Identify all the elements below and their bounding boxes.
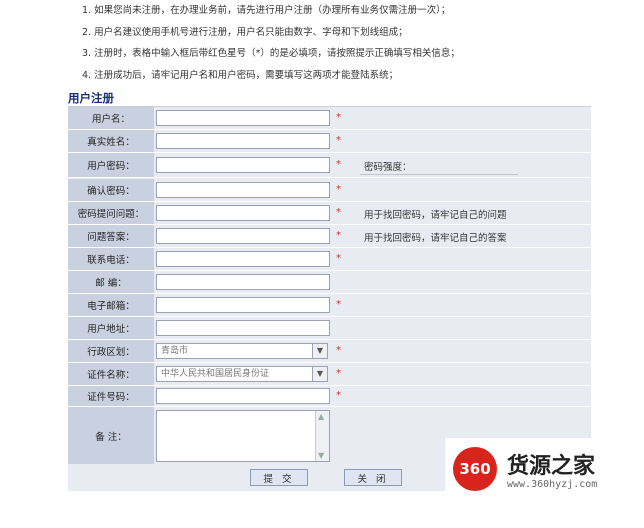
row-username: 用户名： * (68, 107, 591, 130)
label-address: 用户地址： (68, 317, 154, 339)
row-email: 电子邮箱： * (68, 294, 591, 317)
required-mark: * (336, 207, 341, 218)
required-mark: * (336, 368, 341, 379)
required-mark: * (336, 112, 341, 123)
logo-badge: 360 (453, 447, 497, 491)
row-answer: 问题答案： * 用于找回密码，请牢记自己的答案 (68, 225, 591, 248)
password-input[interactable] (156, 157, 330, 173)
label-answer: 问题答案： (68, 225, 154, 247)
registration-form: 用户名： * 真实姓名： * 用户密码： * 密码强度： 确认密码： * 密码提… (68, 106, 591, 491)
required-mark: * (336, 230, 341, 241)
scroll-up-icon[interactable]: ▲ (318, 412, 324, 421)
row-realname: 真实姓名： * (68, 130, 591, 153)
security-answer-input[interactable] (156, 228, 330, 244)
section-title: 用户注册 (68, 91, 114, 105)
required-mark: * (336, 299, 341, 310)
instruction-4: 4. 注册成功后，请牢记用户名和用户密码，需要填写这两项才能登陆系统； (82, 70, 399, 81)
address-input[interactable] (156, 320, 330, 336)
submit-button[interactable]: 提 交 (250, 469, 308, 486)
email-input[interactable] (156, 297, 330, 313)
row-idtype: 证件名称： 中华人民共和国居民身份证 ▼ * (68, 363, 591, 386)
label-idtype: 证件名称： (68, 363, 154, 385)
row-confirm: 确认密码： * (68, 179, 591, 202)
phone-input[interactable] (156, 251, 330, 267)
postcode-input[interactable] (156, 274, 330, 290)
answer-hint: 用于找回密码，请牢记自己的答案 (364, 233, 507, 244)
row-address: 用户地址： (68, 317, 591, 340)
close-button[interactable]: 关 闭 (344, 469, 402, 486)
label-phone: 联系电话： (68, 248, 154, 270)
idnumber-input[interactable] (156, 388, 330, 404)
password-strength-label: 密码强度： (364, 162, 412, 173)
label-remark: 备 注： (68, 407, 154, 464)
row-postcode: 邮 编： (68, 271, 591, 294)
label-idnumber: 证件号码： (68, 386, 154, 406)
label-password: 用户密码： (68, 153, 154, 177)
scroll-down-icon[interactable]: ▼ (318, 451, 324, 460)
label-question: 密码提问问题： (68, 202, 154, 224)
question-hint: 用于找回密码，请牢记自己的问题 (364, 210, 507, 221)
label-postcode: 邮 编： (68, 271, 154, 293)
chevron-down-icon[interactable]: ▼ (312, 367, 327, 381)
confirm-password-input[interactable] (156, 182, 330, 198)
username-input[interactable] (156, 110, 330, 126)
label-email: 电子邮箱： (68, 294, 154, 316)
region-selected-value: 青岛市 (161, 346, 189, 356)
instruction-3: 3. 注册时，表格中输入框后带红色星号（*）的是必填项，请按照提示正确填写相关信… (82, 48, 460, 59)
required-mark: * (336, 135, 341, 146)
idtype-select[interactable]: 中华人民共和国居民身份证 ▼ (156, 366, 328, 382)
logo-title: 货源之家 (507, 454, 596, 479)
chevron-down-icon[interactable]: ▼ (312, 344, 327, 358)
label-confirm: 确认密码： (68, 179, 154, 201)
required-mark: * (336, 345, 341, 356)
realname-input[interactable] (156, 133, 330, 149)
logo-url: www.360hyzj.com (507, 479, 598, 490)
required-mark: * (336, 184, 341, 195)
instruction-2: 2. 用户名建议使用手机号进行注册，用户名只能由数字、字母和下划线组成； (82, 27, 408, 38)
password-strength-bar (360, 174, 518, 175)
required-mark: * (336, 390, 341, 401)
idtype-selected-value: 中华人民共和国居民身份证 (161, 369, 270, 379)
security-question-input[interactable] (156, 205, 330, 221)
region-select[interactable]: 青岛市 ▼ (156, 343, 328, 359)
row-region: 行政区划： 青岛市 ▼ * (68, 340, 591, 363)
instruction-1: 1. 如果您尚未注册，在办理业务前，请先进行用户注册（办理所有业务仅需注册一次）… (82, 5, 451, 16)
remark-textarea[interactable]: ▲ ▼ (156, 410, 330, 462)
row-question: 密码提问问题： * 用于找回密码，请牢记自己的问题 (68, 202, 591, 225)
watermark-logo: 360 货源之家 www.360hyzj.com (445, 438, 627, 498)
label-region: 行政区划： (68, 340, 154, 362)
label-realname: 真实姓名： (68, 130, 154, 152)
required-mark: * (336, 253, 341, 264)
row-phone: 联系电话： * (68, 248, 591, 271)
required-mark: * (336, 159, 341, 170)
row-idnumber: 证件号码： * (68, 386, 591, 407)
label-username: 用户名： (68, 107, 154, 129)
remark-scrollbar[interactable]: ▲ ▼ (315, 411, 329, 461)
